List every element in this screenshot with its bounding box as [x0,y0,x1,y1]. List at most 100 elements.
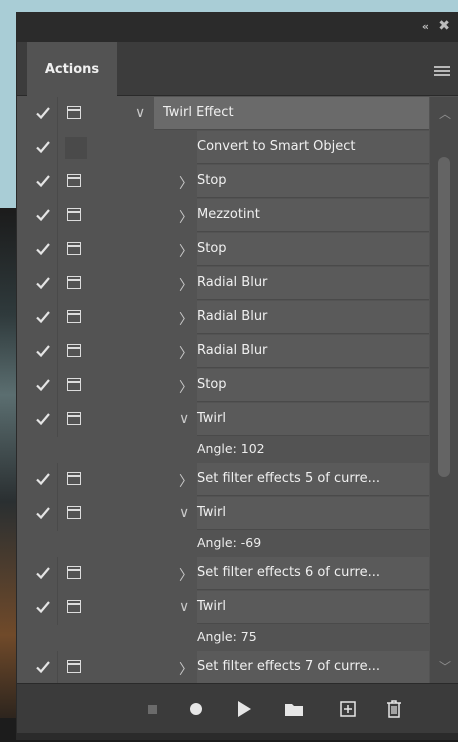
stop-playing-button[interactable] [141,698,163,720]
step-label-background [197,369,429,402]
step-label: Angle: 75 [197,629,257,644]
begin-recording-button[interactable] [185,698,207,720]
step-label: Convert to Smart Object [197,139,356,154]
chevron-down-icon[interactable]: ∨ [135,105,145,121]
toggle-dialog-icon[interactable] [67,106,81,119]
toggle-item-check-icon[interactable] [34,376,52,394]
column-divider [57,651,58,683]
toggle-item-check-icon[interactable] [34,342,52,360]
toggle-item-check-icon[interactable] [34,658,52,676]
chevron-right-icon[interactable]: 〉 [179,377,193,397]
tab-actions[interactable]: Actions [27,42,117,96]
action-step-row[interactable]: 〉 Stop [17,233,429,267]
toggle-dialog-icon[interactable] [67,208,81,221]
step-label: Stop [197,241,227,256]
toggle-dialog-icon[interactable] [67,506,81,519]
step-label: Twirl [197,599,226,614]
column-divider [57,301,58,335]
chevron-right-icon[interactable]: 〉 [179,343,193,363]
actions-toolbar [17,683,458,733]
column-divider [57,403,58,437]
action-step-row[interactable]: ∨ Twirl [17,497,429,531]
scroll-down-icon[interactable]: ﹀ [439,658,451,675]
toggle-dialog-icon[interactable] [67,660,81,673]
toggle-dialog-icon[interactable] [67,566,81,579]
step-label: Mezzotint [197,207,260,222]
chevron-right-icon[interactable]: 〉 [179,275,193,295]
chevron-right-icon[interactable]: 〉 [179,173,193,193]
chevron-right-icon[interactable]: 〉 [179,471,193,491]
chevron-right-icon[interactable]: 〉 [179,659,193,679]
create-new-action-button[interactable] [337,698,359,720]
create-new-set-button[interactable] [283,698,305,720]
step-label-background [197,165,429,198]
toggle-dialog-icon[interactable] [67,472,81,485]
chevron-right-icon[interactable]: 〉 [179,565,193,585]
action-step-row[interactable]: ∨ Twirl [17,591,429,625]
action-step-row[interactable]: 〉 Set filter effects 5 of curre... [17,463,429,497]
delete-button[interactable] [383,698,405,720]
action-step-row[interactable]: 〉 Radial Blur [17,301,429,335]
toggle-item-check-icon[interactable] [34,470,52,488]
action-step-row[interactable]: 〉 Set filter effects 6 of curre... [17,557,429,591]
toggle-item-check-icon[interactable] [34,104,52,122]
toggle-dialog-icon[interactable] [67,600,81,613]
panel-tab-bar: Actions [17,42,458,96]
toggle-item-check-icon[interactable] [34,206,52,224]
menu-line [434,74,450,76]
chevron-right-icon[interactable]: 〉 [179,309,193,329]
action-step-row[interactable]: 〉 Mezzotint [17,199,429,233]
toggle-dialog-icon[interactable] [67,310,81,323]
toggle-item-check-icon[interactable] [34,138,52,156]
toggle-item-check-icon[interactable] [34,308,52,326]
toggle-item-check-icon[interactable] [34,410,52,428]
play-selection-button[interactable] [233,698,255,720]
action-step-row[interactable]: 〉 Stop [17,165,429,199]
action-step-row[interactable]: 〉 Radial Blur [17,267,429,301]
step-label: Twirl [197,411,226,426]
action-step-row[interactable]: Convert to Smart Object [17,131,429,165]
chevron-down-icon[interactable]: ∨ [179,411,189,427]
step-label: Set filter effects 5 of curre... [197,471,380,486]
toggle-dialog-icon[interactable] [67,412,81,425]
action-step-row[interactable]: 〉 Radial Blur [17,335,429,369]
toggle-item-check-icon[interactable] [34,274,52,292]
chevron-down-icon[interactable]: ∨ [179,505,189,521]
action-step-row[interactable]: ∨ Twirl [17,403,429,437]
action-step-row[interactable]: 〉 Set filter effects 7 of curre... [17,651,429,683]
background-photo-left [0,208,16,742]
vertical-scrollbar[interactable]: ︿ ﹀ [430,97,458,683]
collapse-panel-icon[interactable]: « [422,20,429,33]
toggle-item-check-icon[interactable] [34,504,52,522]
play-icon [237,701,251,717]
chevron-right-icon[interactable]: 〉 [179,207,193,227]
toggle-dialog-icon[interactable] [67,378,81,391]
scrollbar-thumb[interactable] [438,157,450,477]
chevron-down-icon[interactable]: ∨ [179,599,189,615]
toggle-item-check-icon[interactable] [34,564,52,582]
actions-list: ∨ Twirl Effect Convert to Smart Object 〉 Sto… [17,97,458,683]
toggle-item-check-icon[interactable] [34,240,52,258]
close-panel-icon[interactable]: ✖ [438,18,450,34]
step-label-background [197,403,429,436]
toggle-dialog-icon[interactable] [67,276,81,289]
scroll-up-icon[interactable]: ︿ [439,105,451,122]
toggle-item-check-icon[interactable] [34,598,52,616]
toggle-dialog-icon[interactable] [67,344,81,357]
panel-menu-icon[interactable] [434,66,450,76]
step-label: Radial Blur [197,309,268,324]
toggle-dialog-icon[interactable] [67,174,81,187]
step-label-background [197,497,429,530]
folder-icon [284,701,304,717]
action-set-row[interactable]: ∨ Twirl Effect [17,97,429,131]
toggle-dialog-icon[interactable] [65,137,87,159]
toggle-dialog-icon[interactable] [67,242,81,255]
menu-line [434,70,450,72]
panel-resize-handle[interactable] [17,733,458,740]
step-detail-row: Angle: 75 [17,625,429,651]
column-divider [57,165,58,199]
action-step-row[interactable]: 〉 Stop [17,369,429,403]
new-item-icon [340,701,356,717]
chevron-right-icon[interactable]: 〉 [179,241,193,261]
toggle-item-check-icon[interactable] [34,172,52,190]
